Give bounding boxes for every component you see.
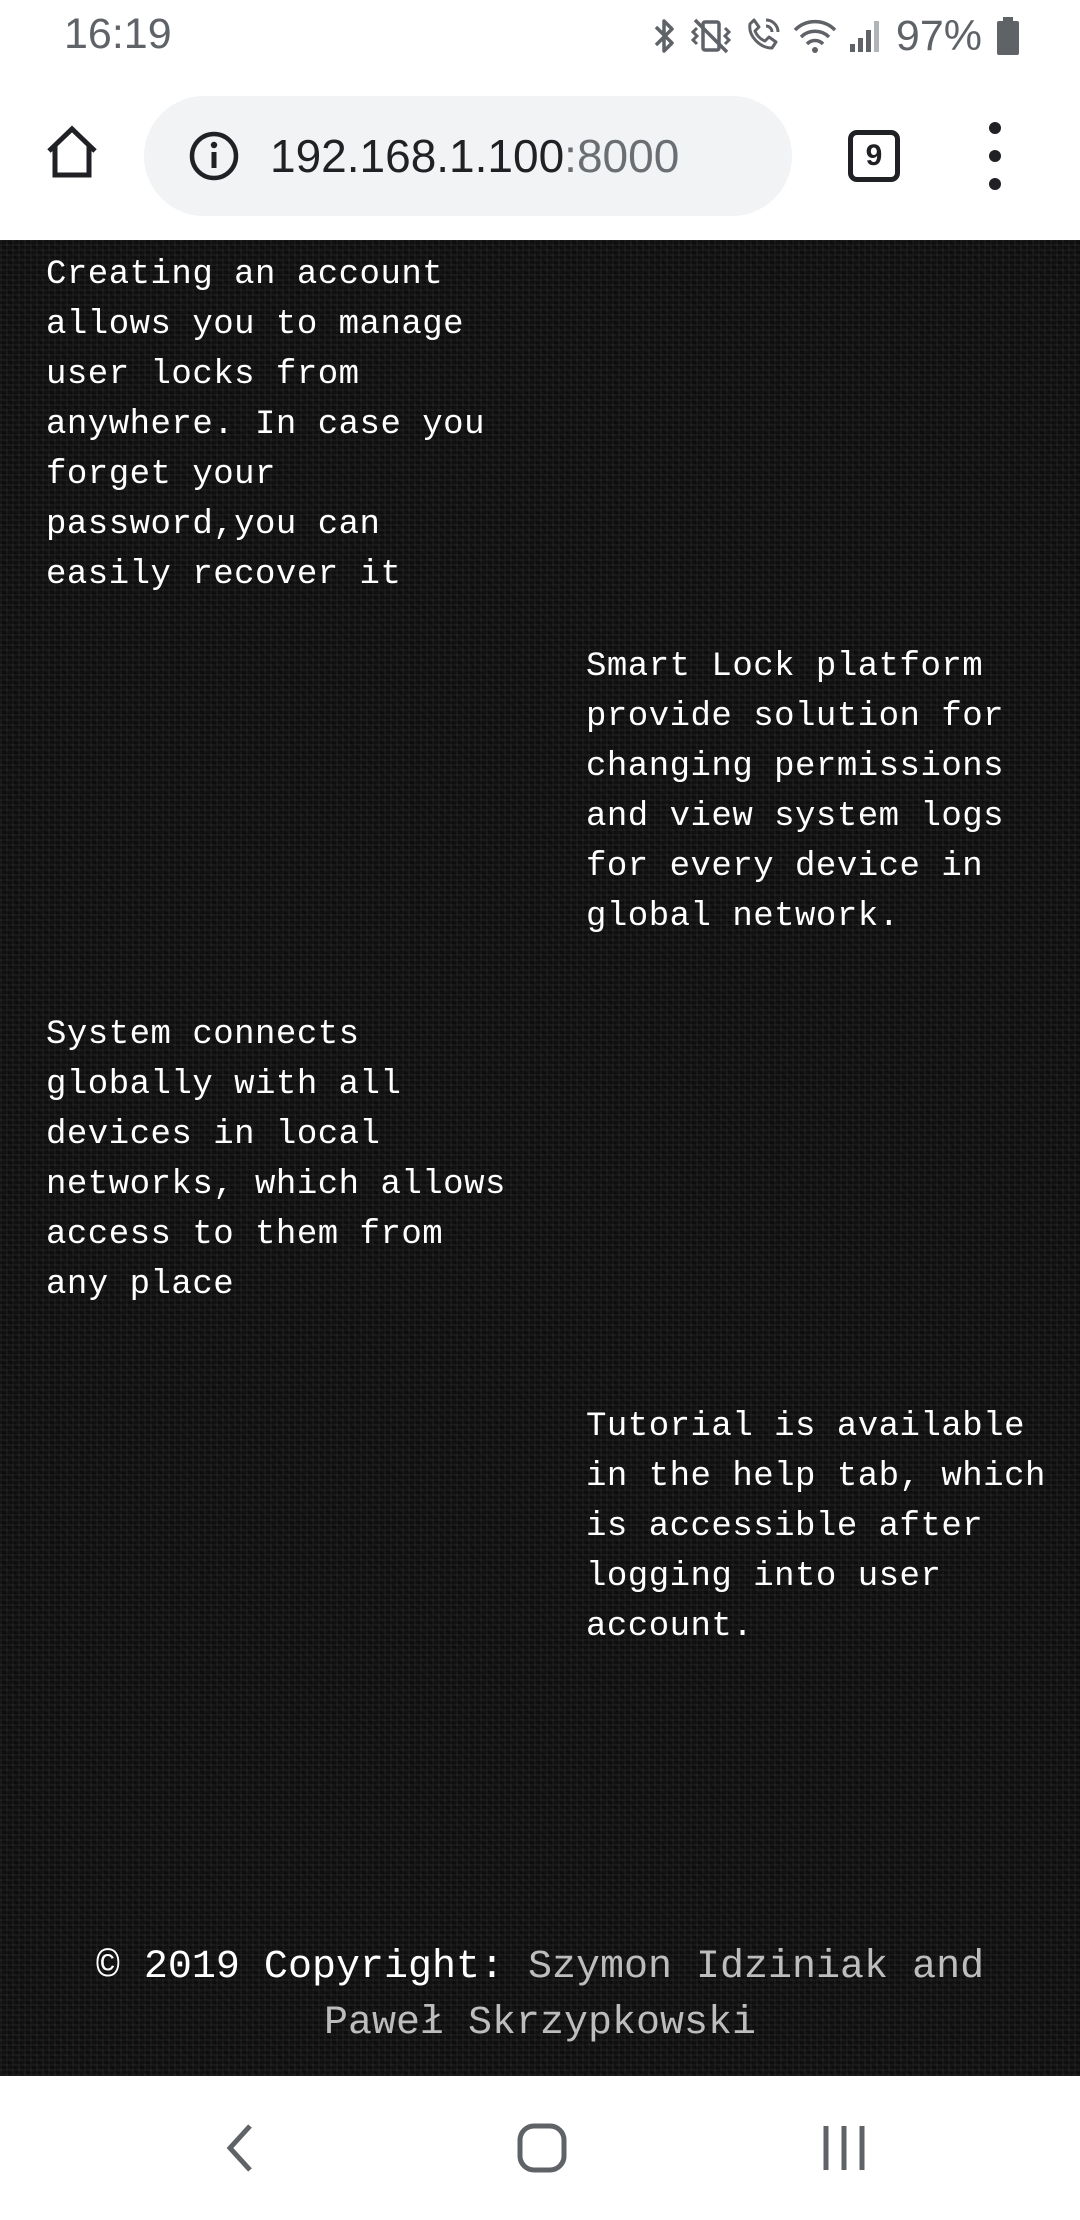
wifi-call-icon xyxy=(742,16,782,56)
footer: © 2019 Copyright: Szymon Idziniak and Pa… xyxy=(0,1940,1080,2052)
url-port: :8000 xyxy=(564,130,680,182)
battery-percent: 97% xyxy=(895,11,982,60)
more-vert-icon-dot xyxy=(989,150,1001,162)
footer-line-2: Paweł Skrzypkowski xyxy=(0,1996,1080,2052)
navigation-bar xyxy=(0,2076,1080,2220)
home-icon xyxy=(47,125,97,178)
bluetooth-icon xyxy=(650,16,680,56)
wifi-icon xyxy=(792,16,838,56)
recent-apps-button[interactable] xyxy=(808,2112,880,2184)
signal-icon xyxy=(848,16,882,56)
feature-text-platform: Smart Lock platform provide solution for… xyxy=(586,648,1005,936)
back-button[interactable] xyxy=(204,2112,276,2184)
battery-icon xyxy=(996,16,1020,56)
feature-text-account: Creating an account allows you to manage… xyxy=(46,256,485,594)
copyright-label: © 2019 Copyright: xyxy=(95,1945,504,1990)
page-content[interactable]: Creating an account allows you to manage… xyxy=(0,240,1080,2076)
footer-authors-1: Szymon Idziniak and xyxy=(528,1945,985,1990)
more-options-button[interactable] xyxy=(970,122,1020,190)
browser-toolbar: 192.168.1.100:8000 9 xyxy=(0,72,1080,240)
back-icon xyxy=(226,2124,252,2172)
more-vert-icon-dot xyxy=(989,178,1001,190)
footer-authors-2: Paweł Skrzypkowski xyxy=(323,2001,757,2046)
status-icons: 97% xyxy=(650,12,1020,60)
info-icon[interactable] xyxy=(188,130,240,182)
feature-text-tutorial: Tutorial is available in the help tab, w… xyxy=(586,1408,1046,1646)
vibrate-icon xyxy=(690,16,732,56)
url-text[interactable]: 192.168.1.100:8000 xyxy=(270,126,679,186)
footer-line-1: © 2019 Copyright: Szymon Idziniak and xyxy=(0,1940,1080,1996)
status-time: 16:19 xyxy=(64,10,172,58)
tab-count: 9 xyxy=(865,139,883,172)
url-bar[interactable]: 192.168.1.100:8000 xyxy=(144,96,792,216)
url-host: 192.168.1.100 xyxy=(270,130,565,182)
home-nav-button[interactable] xyxy=(506,2112,578,2184)
tab-switcher-button[interactable]: 9 xyxy=(848,130,900,182)
recent-apps-icon xyxy=(823,2126,865,2170)
status-bar: 16:19 97% xyxy=(0,0,1080,72)
more-vert-icon-dot xyxy=(989,122,1001,134)
home-button[interactable] xyxy=(36,116,108,188)
feature-text-connectivity: System connects globally with all device… xyxy=(46,1016,506,1304)
home-circle-icon xyxy=(517,2123,567,2173)
